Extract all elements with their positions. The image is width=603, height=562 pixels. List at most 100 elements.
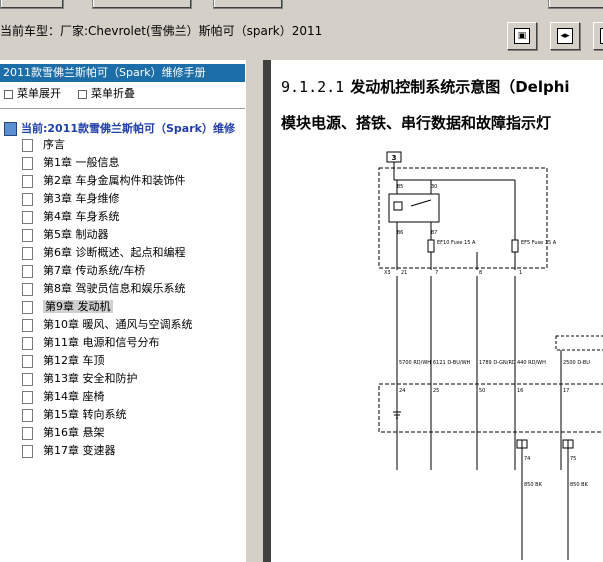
toc-item-label: 第8章 驾驶员信息和娱乐系统 [43,282,186,295]
document-icon [22,246,33,260]
toc-item[interactable]: 第1章 一般信息 [22,154,120,171]
ecm-pin-50: 50 [479,388,485,394]
relay-pin-85: 85 [397,184,403,190]
section-title: 发动机控制系统示意图（Delphi [350,78,570,96]
document-icon [22,138,33,152]
toc-item-label: 第10章 暖风、通风与空调系统 [43,318,193,331]
document-icon [22,390,33,404]
toolbar-button-2[interactable] [92,0,192,9]
document-icon [22,156,33,170]
toc-item-label: 第5章 制动器 [43,228,109,241]
tree-root-label: 当前:2011款雪佛兰斯帕可（Spark）维修 [21,122,235,135]
connector-pin-8: 8 [479,270,482,276]
document-icon [22,408,33,422]
ecm-pin-16: 16 [517,388,523,394]
bottom-wire-2: 850 BK [570,482,589,488]
toc-item-label: 第3章 车身维修 [43,192,120,205]
document-icon [22,192,33,206]
toc-item[interactable]: 第8章 驾驶员信息和娱乐系统 [22,280,186,297]
toc-item[interactable]: 序言 [22,136,65,153]
document-icon [22,372,33,386]
wire-1789: 1789 D-GN/RD [479,360,516,366]
side-module [555,335,603,351]
section-number: 9.1.2.1 [281,78,345,96]
toc-item[interactable]: 第16章 悬架 [22,424,105,441]
first-page-icon: ▣ [514,28,530,44]
toc-item-label: 第12章 车顶 [43,354,105,367]
toc-pane[interactable]: 2011款雪佛兰斯帕可（Spark）维修手册 菜单展开 菜单折叠 当前:2011… [0,60,245,562]
relay-pin-87: 87 [431,230,437,236]
toc-item-label: 第15章 转向系统 [43,408,127,421]
content-border [263,60,271,562]
document-icon [22,264,33,278]
toc-item[interactable]: 第7章 传动系统/车桥 [22,262,145,279]
toc-item[interactable]: 第6章 诊断概述、起点和编程 [22,244,186,261]
wire-5700: 5700 RD/WH [399,360,431,366]
toc-item[interactable]: 第9章 发动机 [22,298,113,315]
wire-6121: 6121 D-BU/WH [433,360,471,366]
toc-item-label: 第11章 电源和信号分布 [43,336,160,349]
toc-item[interactable]: 第17章 变速器 [22,442,116,459]
fuse-ef5 [511,239,519,253]
toc-item[interactable]: 第5章 制动器 [22,226,109,243]
toc-item[interactable]: 第2章 车身金属构件和装饰件 [22,172,186,189]
ecm-pin-25: 25 [433,388,439,394]
toc-divider [0,108,245,109]
nav-next-button[interactable]: ▸ [593,22,603,50]
toc-item[interactable]: 第12章 车顶 [22,352,105,369]
toc-item-label: 第13章 安全和防护 [43,372,138,385]
relay [388,193,440,223]
collapse-label: 菜单折叠 [91,87,135,100]
document-icon [22,282,33,296]
toolbar-button-1[interactable] [0,0,64,9]
document-icon [22,444,33,458]
book-icon [4,122,17,136]
bottom-wire-1: 850 BK [524,482,543,488]
toc-item[interactable]: 第14章 座椅 [22,388,105,405]
wire-2500: 2500 D-BU [563,360,590,366]
toc-item-label: 第2章 车身金属构件和装饰件 [43,174,186,187]
expand-icon [4,89,13,99]
tree-root[interactable]: 当前:2011款雪佛兰斯帕可（Spark）维修 [4,120,235,136]
document-icon [22,228,33,242]
fuse-block-outline [378,167,548,269]
toc-item[interactable]: 第3章 车身维修 [22,190,120,207]
toc-item-label: 序言 [43,138,65,151]
nav-first-button[interactable]: ▣ [507,22,537,50]
bottom-pin-75: 75 [570,456,576,462]
document-icon [22,336,33,350]
toc-item-label: 第1章 一般信息 [43,156,120,169]
toc-item[interactable]: 第15章 转向系统 [22,406,127,423]
toc-item[interactable]: 第10章 暖风、通风与空调系统 [22,316,193,333]
connector-pin-7: 7 [435,270,438,276]
fuse-ef10 [427,239,435,253]
manual-title[interactable]: 2011款雪佛兰斯帕可（Spark）维修手册 [0,64,245,82]
toc-item-label: 第9章 发动机 [43,300,113,313]
section-heading: 9.1.2.1 发动机控制系统示意图（Delphi [281,76,570,97]
content-pane[interactable]: 9.1.2.1 发动机控制系统示意图（Delphi 模块电源、搭铁、串行数据和故障… [271,60,603,562]
toolbar-button-3[interactable] [213,0,283,9]
pane-splitter[interactable] [245,60,264,562]
toc-item-label: 第16章 悬架 [43,426,105,439]
ecm-outline [378,383,603,433]
ecm-pin-24: 24 [399,388,405,394]
nav-split-button[interactable]: ◂▸ [550,22,580,50]
document-icon [22,426,33,440]
ecm-pin-17: 17 [563,388,569,394]
toolbar-button-4[interactable] [548,0,603,9]
document-icon [22,318,33,332]
collapse-menu[interactable]: 菜单折叠 [78,85,135,101]
document-icon [22,210,33,224]
toc-item[interactable]: 第11章 电源和信号分布 [22,334,160,351]
toc-item[interactable]: 第4章 车身系统 [22,208,120,225]
relay-pin-86: 86 [397,230,403,236]
collapse-icon [78,89,87,99]
document-icon [22,354,33,368]
expand-label: 菜单展开 [17,87,61,100]
toc-item-label: 第7章 传动系统/车桥 [43,264,146,277]
wire-440: 440 RD/WH [517,360,546,366]
expand-menu[interactable]: 菜单展开 [4,85,61,101]
toc-item[interactable]: 第13章 安全和防护 [22,370,138,387]
toc-item-label: 第17章 变速器 [43,444,116,457]
document-icon [22,174,33,188]
